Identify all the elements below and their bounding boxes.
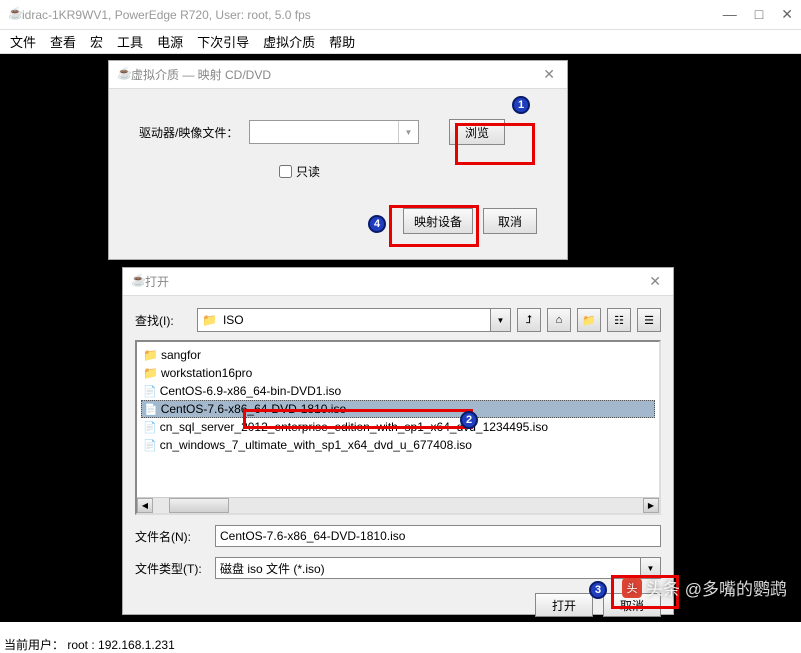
folder-icon: 📁 [143,366,158,380]
file-icon: 📄 [143,421,157,434]
map-device-button[interactable]: 映射设备 [403,208,473,234]
close-button[interactable]: ✕ [781,6,793,23]
menu-macro[interactable]: 宏 [90,32,103,51]
menu-power[interactable]: 电源 [157,32,183,51]
console-area: 虚拟介质 — 映射 CD/DVD ✕ 驱动器/映像文件： ▼ 浏览 只读 映射设… [0,54,801,622]
readonly-label: 只读 [296,163,320,180]
list-view-button[interactable]: ☷ [607,308,631,332]
menu-help[interactable]: 帮助 [329,32,355,51]
file-item[interactable]: 📄CentOS-6.9-x86_64-bin-DVD1.iso [141,382,655,400]
filetype-combo[interactable]: 磁盘 iso 文件 (*.iso) ▼ [215,557,661,579]
detail-view-button[interactable]: ☰ [637,308,661,332]
menu-file[interactable]: 文件 [10,32,36,51]
file-icon: 📄 [144,403,158,416]
open-button[interactable]: 打开 [535,593,593,617]
java-icon [8,8,22,22]
folder-item[interactable]: 📁sangfor [141,346,655,364]
file-name: workstation16pro [161,366,252,380]
filetype-label: 文件类型(T): [135,560,209,577]
close-icon[interactable]: ✕ [645,273,665,290]
main-titlebar: idrac-1KR9WV1, PowerEdge R720, User: roo… [0,0,801,30]
file-icon: 📄 [143,439,157,452]
window-title: idrac-1KR9WV1, PowerEdge R720, User: roo… [22,8,723,22]
up-folder-button[interactable]: ⮥ [517,308,541,332]
scroll-thumb[interactable] [169,498,229,513]
vm-cancel-button[interactable]: 取消 [483,208,537,234]
open-dialog: 打开 ✕ 查找(I): 📁 ISO ▼ ⮥ ⌂ 📁 ☷ ☰ 📁sangfor📁w… [122,267,674,615]
file-item[interactable]: 📄cn_sql_server_2012_enterprise_edition_w… [141,418,655,436]
drive-combo[interactable]: ▼ [249,120,419,144]
file-name: cn_sql_server_2012_enterprise_edition_wi… [160,420,548,434]
lookin-combo[interactable]: 📁 ISO ▼ [197,308,511,332]
watermark-logo-icon: 头 [622,578,642,598]
file-item[interactable]: 📄cn_windows_7_ultimate_with_sp1_x64_dvd_… [141,436,655,454]
file-list[interactable]: 📁sangfor📁workstation16pro📄CentOS-6.9-x86… [135,340,661,515]
watermark: 头 头条 @多嘴的鹦鹉 [622,575,787,600]
statusbar: 当前用户： root : 192.168.1.231 [0,636,801,653]
chevron-down-icon[interactable]: ▼ [398,121,418,143]
folder-icon: 📁 [202,313,217,327]
file-name: CentOS-7.6-x86_64-DVD-1810.iso [161,402,346,416]
home-button[interactable]: ⌂ [547,308,571,332]
filename-input[interactable] [215,525,661,547]
menu-tools[interactable]: 工具 [117,32,143,51]
virtual-media-dialog: 虚拟介质 — 映射 CD/DVD ✕ 驱动器/映像文件： ▼ 浏览 只读 映射设… [108,60,568,260]
drive-label: 驱动器/映像文件： [139,124,249,141]
horizontal-scrollbar[interactable]: ◀ ▶ [137,497,659,513]
folder-icon: 📁 [143,348,158,362]
open-dialog-title: 打开 [145,273,645,290]
file-name: sangfor [161,348,201,362]
watermark-text: 头条 @多嘴的鹦鹉 [646,575,787,600]
file-name: cn_windows_7_ultimate_with_sp1_x64_dvd_u… [160,438,472,452]
java-icon [117,68,131,82]
scroll-right-icon[interactable]: ▶ [643,498,659,513]
status-text: 当前用户： root : 192.168.1.231 [4,636,175,653]
menu-view[interactable]: 查看 [50,32,76,51]
file-item[interactable]: 📄CentOS-7.6-x86_64-DVD-1810.iso [141,400,655,418]
filename-label: 文件名(N): [135,528,209,545]
file-name: CentOS-6.9-x86_64-bin-DVD1.iso [160,384,341,398]
browse-button[interactable]: 浏览 [449,119,505,145]
lookin-value: ISO [221,313,490,327]
java-icon [131,275,145,289]
readonly-checkbox[interactable] [279,165,292,178]
scroll-left-icon[interactable]: ◀ [137,498,153,513]
maximize-button[interactable]: □ [755,6,763,23]
vm-dialog-title: 虚拟介质 — 映射 CD/DVD [131,66,539,83]
menubar: 文件 查看 宏 工具 电源 下次引导 虚拟介质 帮助 [0,30,801,54]
close-icon[interactable]: ✕ [539,66,559,83]
file-icon: 📄 [143,385,157,398]
menu-virtualmedia[interactable]: 虚拟介质 [263,32,315,51]
new-folder-button[interactable]: 📁 [577,308,601,332]
lookin-label: 查找(I): [135,312,191,329]
minimize-button[interactable]: — [723,6,737,23]
folder-item[interactable]: 📁workstation16pro [141,364,655,382]
menu-nextboot[interactable]: 下次引导 [197,32,249,51]
chevron-down-icon[interactable]: ▼ [490,309,510,331]
